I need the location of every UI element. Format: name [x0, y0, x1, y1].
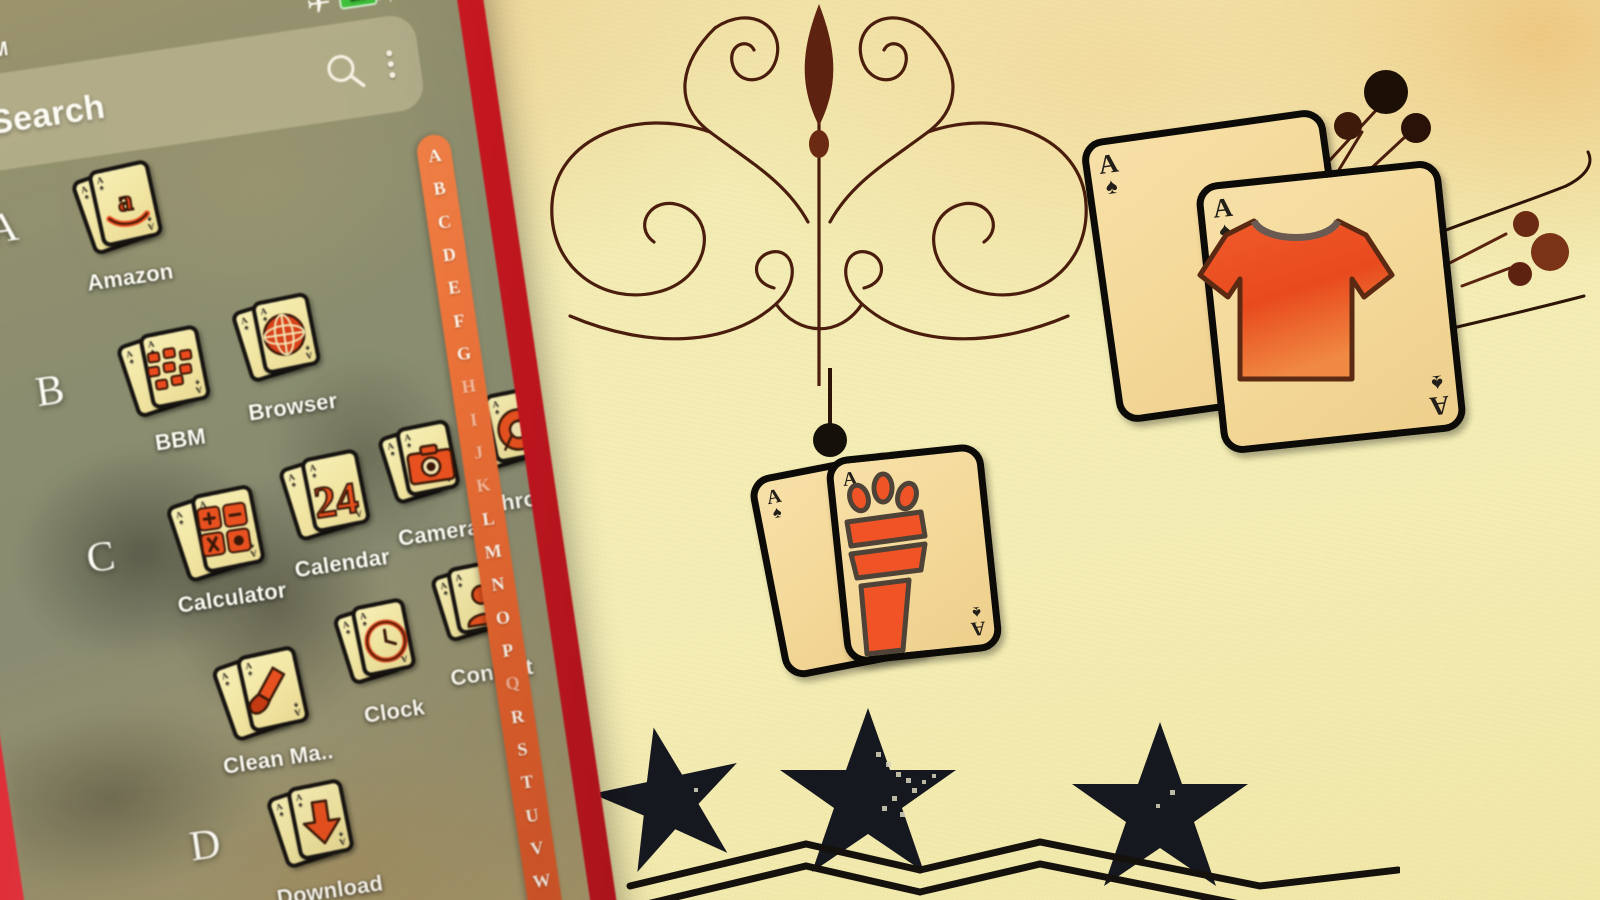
section-header-b: B [32, 366, 68, 417]
scrub-letter-c[interactable]: C [437, 211, 453, 233]
scrub-letter-o[interactable]: O [494, 606, 511, 628]
scrub-letter-h[interactable]: H [460, 376, 477, 398]
calendar-date: 24 [311, 473, 362, 527]
bbm-icon [111, 314, 234, 425]
download-arrow-icon [260, 767, 383, 878]
scrub-letter-a[interactable]: A [427, 145, 443, 167]
scrub-letter-l[interactable]: L [481, 508, 496, 530]
app-browser[interactable]: A ♠ A ♠ A ♠ Browser [212, 282, 358, 429]
scrub-letter-t[interactable]: T [520, 771, 535, 793]
scrub-letter-p[interactable]: P [501, 640, 515, 661]
scrub-letter-n[interactable]: N [490, 574, 506, 596]
tshirt-card-graphic: A ♠ A ♠ A ♠ [1079, 105, 1480, 456]
scrub-letter-i[interactable]: I [469, 409, 479, 430]
scrub-letter-d[interactable]: D [441, 244, 457, 266]
card-suit: ♠ [770, 501, 784, 523]
airplane-mode-icon [307, 0, 330, 13]
browser-globe-icon [223, 279, 346, 390]
search-icon[interactable] [322, 48, 367, 93]
scrub-letter-j[interactable]: J [473, 442, 485, 463]
status-time: 9 PM [0, 37, 10, 67]
flashlight-card-graphic: A♠ A♠ A♠ [746, 430, 1025, 700]
scrub-letter-g[interactable]: G [456, 343, 473, 365]
search-input[interactable]: Search [0, 87, 108, 142]
scrub-letter-w[interactable]: W [531, 870, 552, 892]
section-header-a: A [0, 203, 22, 254]
kebab-menu-icon[interactable] [385, 49, 396, 79]
app-download[interactable]: A ♠ A ♠ A ♠ Download [250, 766, 396, 900]
scrub-letter-u[interactable]: U [524, 804, 540, 826]
scrub-letter-k[interactable]: K [475, 475, 492, 497]
scrub-letter-f[interactable]: F [452, 310, 466, 331]
scrub-letter-v[interactable]: V [529, 837, 545, 859]
section-header-d: D [186, 820, 224, 871]
scrub-letter-e[interactable]: E [447, 277, 462, 299]
card-suit: ♠ [1103, 172, 1120, 199]
charging-bolt-icon [385, 0, 397, 3]
scrub-letter-q[interactable]: Q [504, 672, 521, 694]
clean-master-broom-icon [209, 637, 332, 748]
scrub-letter-r[interactable]: R [510, 705, 526, 727]
tshirt-icon [1197, 218, 1395, 382]
app-amazon[interactable]: A ♠ A ♠ A ♠ a Amazon [50, 152, 196, 299]
flashlight-icon [844, 471, 928, 656]
battery-level: 100 [349, 0, 367, 4]
section-header-c: C [83, 533, 119, 583]
scrub-letter-m[interactable]: M [483, 540, 503, 562]
scrub-letter-b[interactable]: B [432, 178, 447, 200]
battery-indicator: 100 [337, 0, 378, 10]
svg-text:a: a [115, 184, 135, 219]
scrub-letter-s[interactable]: S [516, 739, 529, 760]
amazon-icon: a [64, 151, 187, 262]
